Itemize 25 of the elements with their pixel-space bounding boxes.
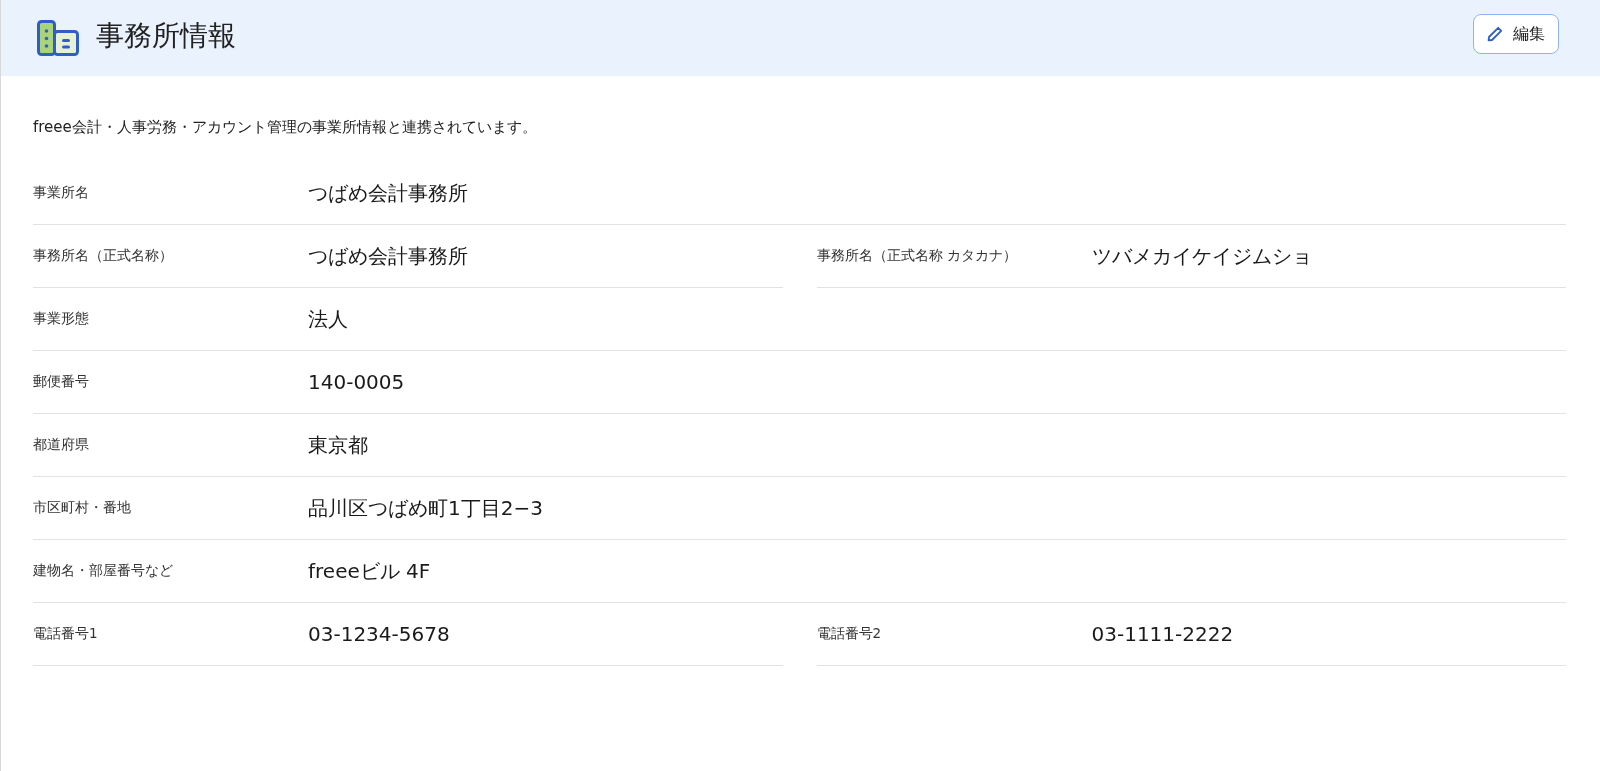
field-value: freeeビル 4F — [308, 557, 431, 585]
description-text: freee会計・人事労務・アカウント管理の事業所情報と連携されています。 — [33, 117, 538, 138]
field-label: 建物名・部屋番号など — [33, 562, 174, 580]
field-value: つばめ会計事務所 — [308, 179, 468, 207]
field-label: 都道府県 — [33, 436, 90, 454]
field-value: 法人 — [308, 305, 348, 333]
field-value: 140-0005 — [308, 370, 405, 394]
field-value: 03-1234-5678 — [308, 622, 450, 646]
field-value: 東京都 — [308, 431, 368, 459]
field-label: 事業形態 — [33, 310, 90, 328]
field-label: 事務所名（正式名称 カタカナ） — [816, 247, 1018, 265]
field-value: 03-1111-2222 — [1091, 622, 1234, 646]
building-icon — [37, 20, 79, 56]
field-value: 品川区つばめ町1丁目2−3 — [308, 494, 543, 522]
field-label: 事務所名（正式名称） — [33, 247, 174, 265]
field-value: つばめ会計事務所 — [308, 242, 468, 270]
field-label: 電話番号2 — [816, 625, 883, 643]
field-label: 電話番号1 — [33, 625, 99, 643]
field-label: 事業所名 — [33, 184, 90, 202]
pencil-icon — [1487, 26, 1503, 42]
field-value: ツバメカイケイジムショ — [1091, 242, 1312, 270]
page-title: 事務所情報 — [96, 18, 236, 54]
field-label: 市区町村・番地 — [33, 499, 132, 517]
field-label: 郵便番号 — [33, 373, 90, 391]
edit-button[interactable]: 編集 — [1473, 14, 1559, 54]
